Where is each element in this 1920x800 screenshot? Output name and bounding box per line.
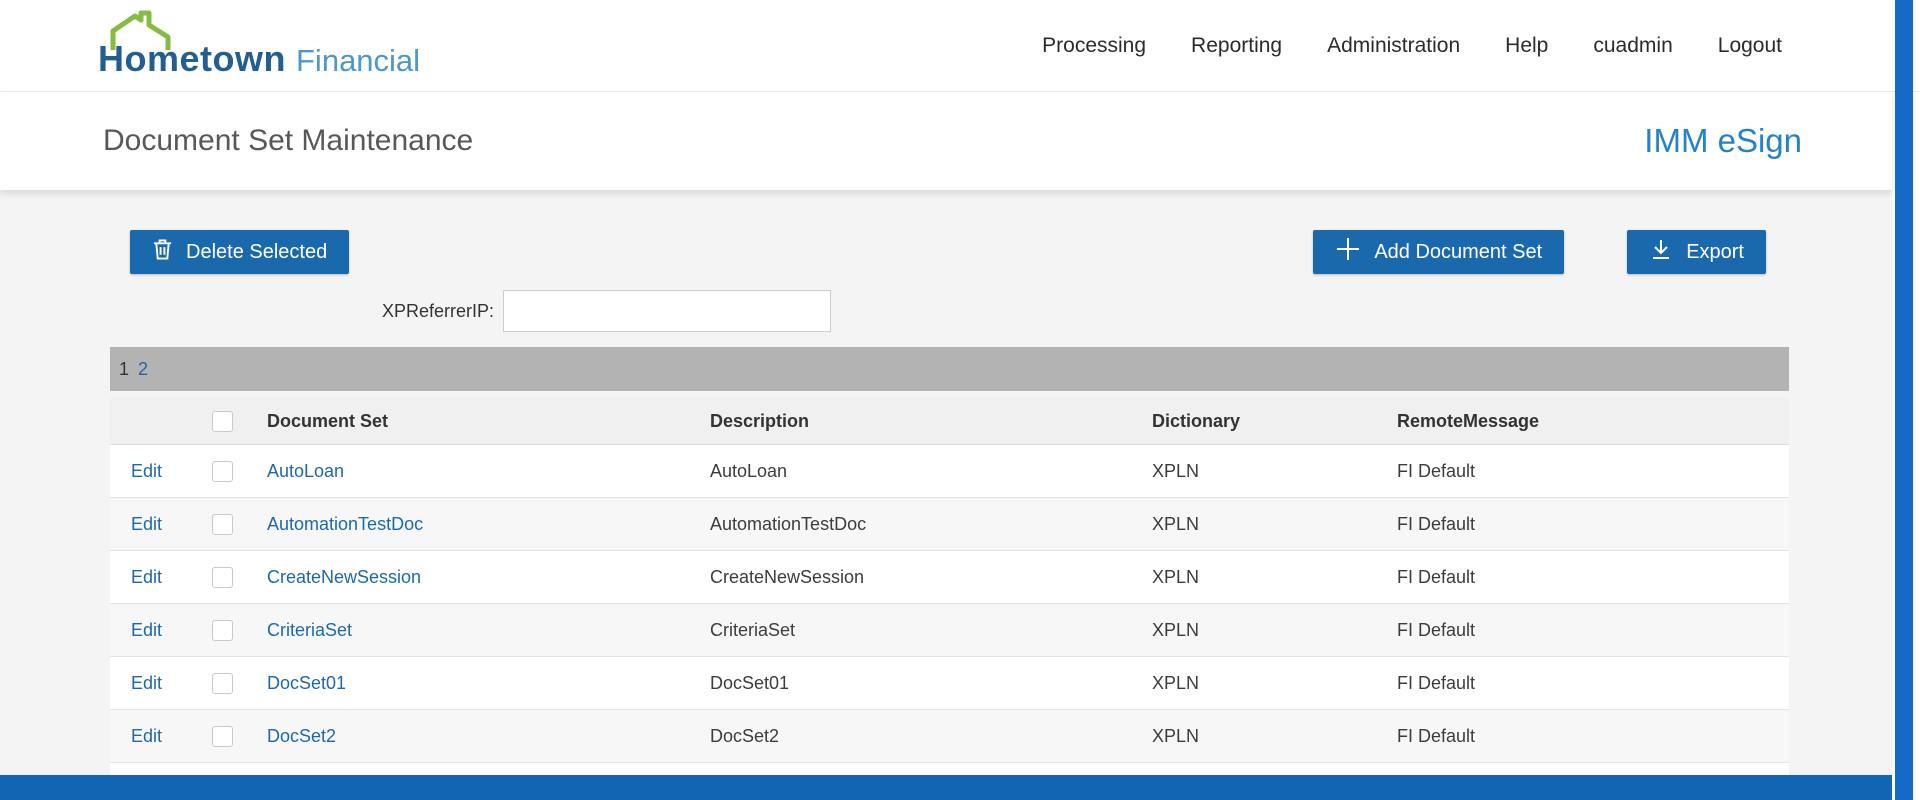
download-icon — [1649, 237, 1673, 267]
filter-row: XPReferrerIP: — [382, 290, 1892, 332]
nav-item-user-cuadmin[interactable]: cuadmin — [1593, 34, 1672, 58]
row-checkbox[interactable] — [212, 726, 233, 747]
page: Hometown Financial Processing Reporting A… — [0, 0, 1920, 800]
nav-item-logout[interactable]: Logout — [1718, 34, 1782, 58]
row-checkbox[interactable] — [212, 620, 233, 641]
add-document-set-button[interactable]: Add Document Set — [1313, 230, 1564, 274]
content-area: Delete Selected Add Document Set — [0, 190, 1892, 800]
column-header-remotemessage: RemoteMessage — [1397, 411, 1789, 432]
scrollbar[interactable] — [1895, 0, 1913, 800]
table-row: Edit DocSet2 DocSet2 XPLN FI Default — [110, 710, 1789, 763]
delete-selected-button[interactable]: Delete Selected — [130, 230, 349, 274]
column-header-document-set: Document Set — [267, 411, 710, 432]
document-set-table: Document Set Description Dictionary Remo… — [110, 398, 1789, 800]
remotemessage-cell: FI Default — [1397, 726, 1789, 747]
brand-name-secondary: Financial — [296, 43, 420, 78]
add-document-set-label: Add Document Set — [1374, 241, 1542, 264]
dictionary-cell: XPLN — [1152, 514, 1397, 535]
xpreferrerip-label: XPReferrerIP: — [382, 301, 494, 322]
page-title: Document Set Maintenance — [103, 124, 473, 158]
brand-logo-text: Hometown Financial — [98, 38, 420, 80]
edit-link[interactable]: Edit — [131, 726, 162, 746]
document-set-link[interactable]: DocSet01 — [267, 673, 346, 693]
description-cell: DocSet01 — [710, 673, 1152, 694]
top-nav-bar: Hometown Financial Processing Reporting A… — [0, 0, 1920, 92]
nav-item-processing[interactable]: Processing — [1042, 34, 1146, 58]
table-row: Edit CreateNewSession CreateNewSession X… — [110, 551, 1789, 604]
table-row: Edit DocSet01 DocSet01 XPLN FI Default — [110, 657, 1789, 710]
footer-bar — [0, 775, 1892, 800]
plus-icon — [1335, 236, 1361, 268]
edit-link[interactable]: Edit — [131, 461, 162, 481]
pagination-bar: 1 2 — [110, 347, 1789, 391]
row-checkbox[interactable] — [212, 673, 233, 694]
nav-item-reporting[interactable]: Reporting — [1191, 34, 1282, 58]
column-header-description: Description — [710, 411, 1152, 432]
row-checkbox[interactable] — [212, 567, 233, 588]
table-header-row: Document Set Description Dictionary Remo… — [110, 398, 1789, 445]
export-button[interactable]: Export — [1627, 230, 1766, 274]
column-header-dictionary: Dictionary — [1152, 411, 1397, 432]
table-row: Edit AutoLoan AutoLoan XPLN FI Default — [110, 445, 1789, 498]
delete-selected-label: Delete Selected — [186, 241, 327, 264]
toolbar-right: Add Document Set Export — [1313, 230, 1766, 274]
document-set-link[interactable]: CreateNewSession — [267, 567, 421, 587]
document-set-link[interactable]: AutoLoan — [267, 461, 344, 481]
dictionary-cell: XPLN — [1152, 673, 1397, 694]
export-label: Export — [1686, 241, 1744, 264]
brand-name-primary: Hometown — [98, 38, 286, 79]
dictionary-cell: XPLN — [1152, 461, 1397, 482]
nav-item-help[interactable]: Help — [1505, 34, 1548, 58]
description-cell: DocSet2 — [710, 726, 1152, 747]
dictionary-cell: XPLN — [1152, 620, 1397, 641]
dictionary-cell: XPLN — [1152, 726, 1397, 747]
remotemessage-cell: FI Default — [1397, 461, 1789, 482]
table-row: Edit CriteriaSet CriteriaSet XPLN FI Def… — [110, 604, 1789, 657]
edit-link[interactable]: Edit — [131, 567, 162, 587]
document-set-link[interactable]: AutomationTestDoc — [267, 514, 423, 534]
description-cell: AutoLoan — [710, 461, 1152, 482]
edit-link[interactable]: Edit — [131, 673, 162, 693]
description-cell: AutomationTestDoc — [710, 514, 1152, 535]
description-cell: CriteriaSet — [710, 620, 1152, 641]
trash-icon — [152, 237, 173, 267]
edit-link[interactable]: Edit — [131, 514, 162, 534]
page-number-1[interactable]: 1 — [119, 359, 129, 380]
title-bar: Document Set Maintenance IMM eSign — [0, 92, 1892, 190]
product-name: IMM eSign — [1644, 122, 1802, 160]
row-checkbox[interactable] — [212, 514, 233, 535]
toolbar: Delete Selected Add Document Set — [130, 230, 1766, 274]
document-set-link[interactable]: CriteriaSet — [267, 620, 352, 640]
remotemessage-cell: FI Default — [1397, 673, 1789, 694]
edit-link[interactable]: Edit — [131, 620, 162, 640]
xpreferrerip-input[interactable] — [503, 290, 831, 332]
remotemessage-cell: FI Default — [1397, 514, 1789, 535]
remotemessage-cell: FI Default — [1397, 620, 1789, 641]
nav-item-administration[interactable]: Administration — [1327, 34, 1460, 58]
table-row: Edit AutomationTestDoc AutomationTestDoc… — [110, 498, 1789, 551]
dictionary-cell: XPLN — [1152, 567, 1397, 588]
main-nav: Processing Reporting Administration Help… — [1042, 0, 1782, 92]
description-cell: CreateNewSession — [710, 567, 1152, 588]
document-set-link[interactable]: DocSet2 — [267, 726, 336, 746]
remotemessage-cell: FI Default — [1397, 567, 1789, 588]
select-all-checkbox[interactable] — [212, 411, 233, 432]
row-checkbox[interactable] — [212, 461, 233, 482]
page-number-2[interactable]: 2 — [138, 359, 148, 380]
